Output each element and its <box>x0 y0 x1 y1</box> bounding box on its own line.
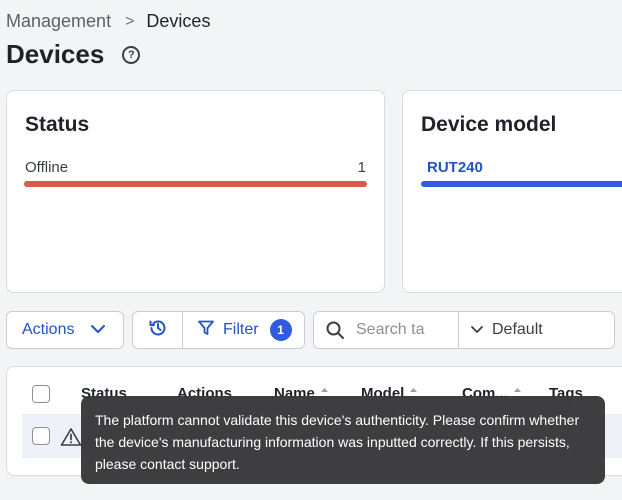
authenticity-warning-tooltip: The platform cannot validate this device… <box>81 396 605 484</box>
device-model-card-title: Device model <box>421 113 557 136</box>
filter-label: Filter <box>223 321 259 338</box>
filter-button[interactable]: Filter 1 <box>183 319 292 342</box>
status-offline-label[interactable]: Offline <box>25 159 68 176</box>
breadcrumb-devices: Devices <box>146 11 211 31</box>
status-offline-bar[interactable] <box>24 181 367 187</box>
select-all-checkbox[interactable] <box>32 385 50 403</box>
view-select[interactable]: Default <box>459 321 543 339</box>
status-offline-count: 1 <box>357 159 366 176</box>
breadcrumb: Management > Devices <box>6 11 210 32</box>
filter-icon <box>197 319 215 342</box>
tooltip-line-2: the device's manufacturing information w… <box>95 434 570 450</box>
view-select-value: Default <box>492 321 543 338</box>
chevron-down-icon <box>90 321 106 339</box>
search-box: Default <box>313 311 615 349</box>
breadcrumb-separator: > <box>125 12 135 30</box>
filter-count-badge: 1 <box>269 319 292 341</box>
tooltip-line-3: please contact support. <box>95 456 240 472</box>
help-icon[interactable]: ? <box>122 45 141 64</box>
actions-label: Actions <box>22 321 75 338</box>
status-card: Status Offline 1 <box>6 90 385 293</box>
tooltip-line-1: The platform cannot validate this device… <box>95 412 580 428</box>
history-icon <box>148 318 168 343</box>
status-card-title: Status <box>25 113 90 136</box>
device-model-card: Device model RUT240 <box>402 90 622 293</box>
breadcrumb-management[interactable]: Management <box>6 11 111 32</box>
model-rut240-bar[interactable] <box>421 181 622 187</box>
search-icon <box>314 320 356 340</box>
history-filter-group: Filter 1 <box>132 311 305 349</box>
page-header: Devices ? <box>6 39 141 70</box>
history-button[interactable] <box>133 312 183 348</box>
model-rut240-label[interactable]: RUT240 <box>427 159 483 176</box>
page-title: Devices <box>6 39 105 69</box>
warning-icon[interactable] <box>60 427 82 452</box>
search-input[interactable] <box>356 321 458 339</box>
chevron-down-icon <box>470 321 484 339</box>
actions-dropdown-button[interactable]: Actions <box>6 311 124 349</box>
row-checkbox[interactable] <box>32 427 50 445</box>
